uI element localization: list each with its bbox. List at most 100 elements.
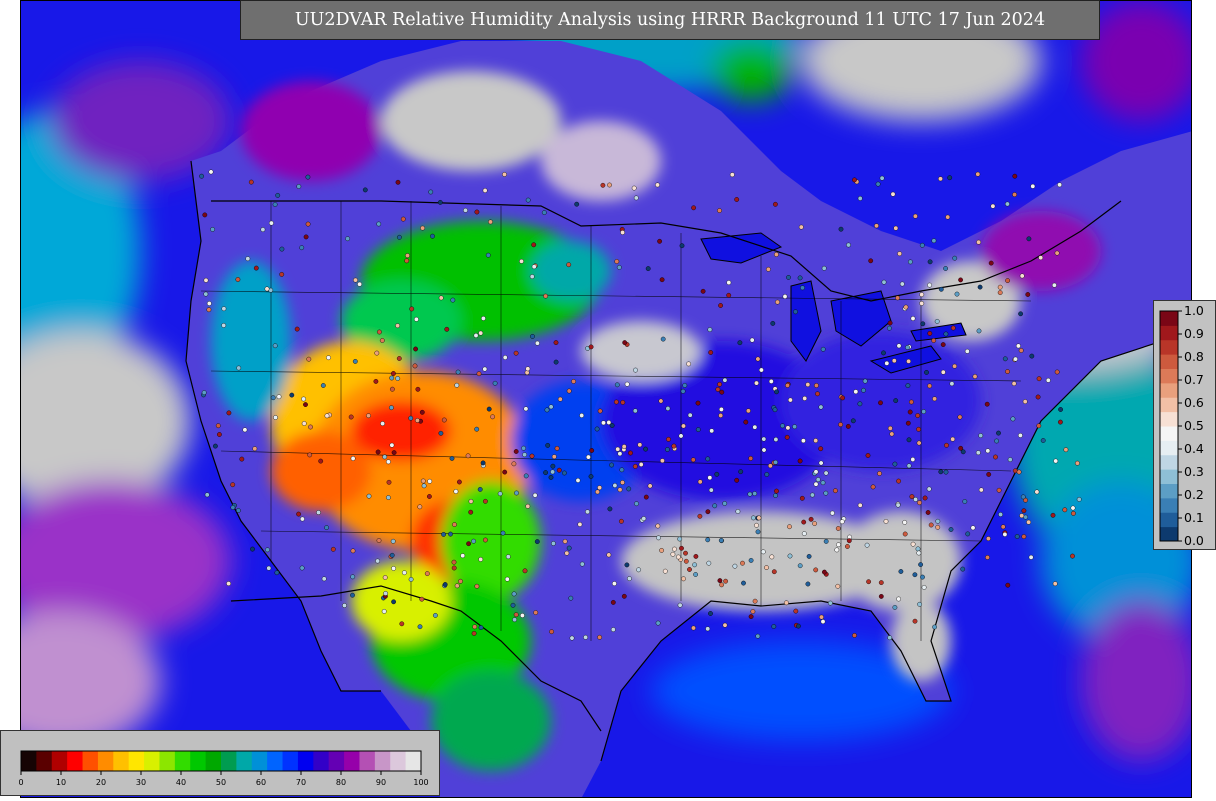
station-marker xyxy=(1052,282,1057,288)
station-marker xyxy=(717,578,723,583)
station-marker xyxy=(438,295,444,301)
station-marker xyxy=(326,355,331,361)
station-marker xyxy=(707,475,713,481)
station-marker xyxy=(413,346,418,352)
station-marker xyxy=(636,567,641,573)
station-marker xyxy=(390,371,396,376)
station-marker xyxy=(345,236,350,242)
station-marker xyxy=(391,566,396,571)
station-marker xyxy=(656,535,661,541)
station-marker xyxy=(887,320,893,326)
rh-colorbar-swatch xyxy=(21,751,37,771)
station-marker xyxy=(414,417,420,423)
station-marker xyxy=(892,461,898,467)
station-marker xyxy=(519,258,524,264)
station-marker xyxy=(513,350,519,356)
station-marker xyxy=(235,277,241,282)
station-marker xyxy=(485,252,491,258)
station-marker xyxy=(1002,356,1008,362)
station-marker xyxy=(468,509,474,515)
observation-colorbar-swatch xyxy=(1160,469,1178,484)
rh-colorbar-swatch xyxy=(51,751,68,771)
station-marker xyxy=(566,545,572,551)
station-marker xyxy=(1028,554,1034,560)
station-marker xyxy=(647,483,653,489)
rh-colorbar-swatch xyxy=(344,751,360,771)
station-marker xyxy=(797,458,803,464)
station-marker xyxy=(957,414,963,420)
station-marker xyxy=(1063,447,1069,453)
station-marker xyxy=(659,277,665,283)
station-marker xyxy=(502,469,508,475)
station-marker xyxy=(834,547,840,553)
station-marker xyxy=(866,579,871,585)
station-marker xyxy=(452,522,457,527)
station-marker xyxy=(718,303,723,308)
station-marker xyxy=(797,563,803,569)
station-marker xyxy=(786,274,791,280)
station-marker xyxy=(802,395,808,401)
station-marker xyxy=(752,491,758,496)
station-marker xyxy=(245,256,251,262)
station-marker xyxy=(206,307,212,313)
station-marker xyxy=(657,238,662,244)
station-marker xyxy=(486,406,492,412)
station-marker xyxy=(633,367,638,373)
station-marker xyxy=(1013,356,1018,362)
station-marker xyxy=(797,275,803,281)
station-marker xyxy=(634,501,639,507)
station-marker xyxy=(554,445,560,451)
station-marker xyxy=(523,473,529,479)
station-marker xyxy=(321,576,327,582)
station-marker xyxy=(907,409,913,415)
station-marker xyxy=(719,389,725,395)
station-marker xyxy=(350,592,355,598)
station-marker xyxy=(902,520,908,525)
station-marker xyxy=(451,565,457,571)
station-marker xyxy=(821,265,827,271)
station-marker xyxy=(920,321,926,327)
station-marker xyxy=(348,414,354,420)
station-marker xyxy=(606,552,612,558)
observation-colorbar-svg: 0.0 0.1 0.2 0.3 0.4 0.5 0.6 0.7 0.8 0.9 1.0 xyxy=(1159,303,1204,548)
station-marker xyxy=(221,306,227,312)
station-marker xyxy=(787,553,793,559)
station-marker xyxy=(768,463,773,469)
station-marker xyxy=(248,179,254,185)
station-marker xyxy=(741,580,746,586)
station-marker xyxy=(686,361,691,367)
station-marker xyxy=(850,418,856,424)
station-marker xyxy=(771,624,777,629)
station-marker xyxy=(488,219,493,225)
station-marker xyxy=(621,593,627,599)
station-marker xyxy=(707,327,713,332)
station-marker xyxy=(714,471,720,477)
station-marker xyxy=(303,234,309,240)
station-marker xyxy=(909,494,915,499)
rh-colorbar-tick-label: 50 xyxy=(216,778,226,787)
station-marker xyxy=(806,554,812,559)
station-marker xyxy=(301,396,306,402)
station-marker xyxy=(352,358,358,364)
station-marker xyxy=(299,565,305,571)
station-marker xyxy=(754,522,759,528)
station-marker xyxy=(1036,376,1042,382)
station-marker xyxy=(788,397,793,403)
station-marker xyxy=(330,546,336,552)
station-marker xyxy=(910,457,916,462)
station-marker xyxy=(531,242,537,248)
station-marker xyxy=(823,539,829,544)
station-marker xyxy=(381,609,387,614)
station-marker xyxy=(260,227,266,233)
station-marker xyxy=(828,600,833,606)
station-marker xyxy=(679,243,685,249)
station-marker xyxy=(691,205,696,211)
station-marker xyxy=(677,602,683,608)
station-marker xyxy=(922,495,928,501)
station-marker xyxy=(268,220,274,226)
station-marker xyxy=(932,624,937,630)
station-marker xyxy=(396,356,402,361)
station-marker xyxy=(274,570,280,576)
station-marker xyxy=(1029,353,1035,359)
station-marker xyxy=(557,396,563,402)
